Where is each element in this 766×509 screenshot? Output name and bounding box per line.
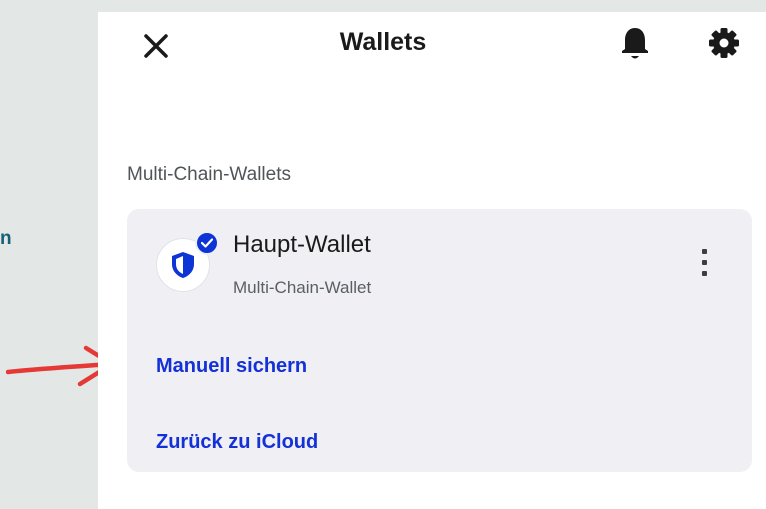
manual-backup-link[interactable]: Manuell sichern xyxy=(156,355,307,378)
check-icon xyxy=(201,238,213,248)
icloud-backup-link[interactable]: Zurück zu iCloud xyxy=(156,431,318,454)
verified-badge xyxy=(195,231,219,255)
wallet-card: Haupt-Wallet Multi-Chain-Wallet Manuell … xyxy=(127,209,752,472)
more-vertical-icon[interactable] xyxy=(692,247,716,279)
bell-icon[interactable] xyxy=(621,25,649,61)
wallet-type: Multi-Chain-Wallet xyxy=(233,278,372,297)
page-title: Wallets xyxy=(339,28,427,56)
shield-icon xyxy=(172,252,194,278)
wallets-panel: Wallets Multi-Chain-Wallets Haupt-Wallet… xyxy=(98,12,766,509)
cropped-edge-text: n xyxy=(0,228,12,249)
section-label: Multi-Chain-Wallets xyxy=(127,164,291,185)
wallet-name: Haupt-Wallet xyxy=(233,231,371,258)
gear-icon[interactable] xyxy=(707,26,741,60)
